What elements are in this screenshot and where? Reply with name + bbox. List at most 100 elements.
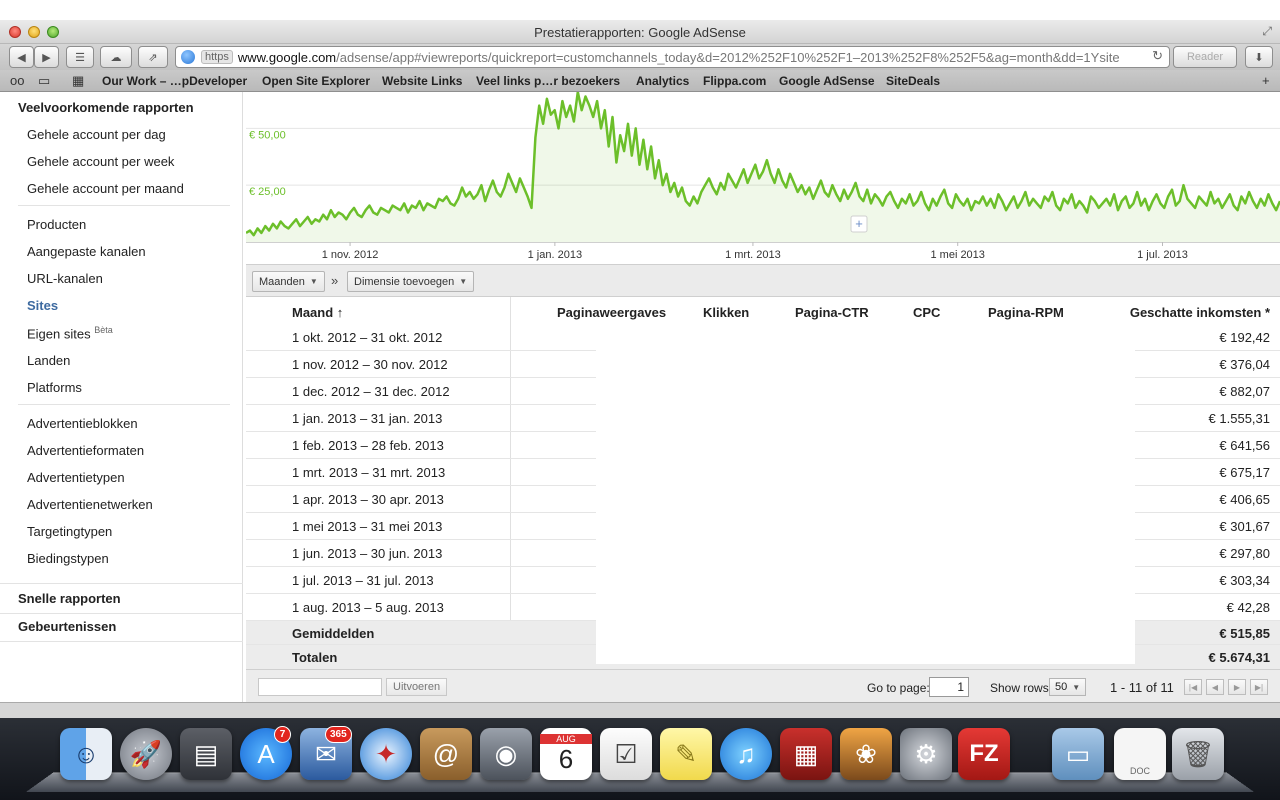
caret-down-icon: ▼	[1072, 682, 1081, 692]
goto-page-label: Go to page:	[867, 681, 930, 695]
book-icon[interactable]: ▭	[38, 73, 50, 89]
sidebar-events[interactable]: Gebeurtenissen	[18, 619, 116, 634]
column-header-page-ctr[interactable]: Pagina-CTR	[795, 305, 869, 320]
sidebar-item-sites[interactable]: Sites	[27, 298, 58, 313]
sidebar-item-account-per-day[interactable]: Gehele account per dag	[27, 127, 166, 142]
bookmark-item[interactable]: Open Site Explorer	[262, 74, 370, 88]
url-host: www.google.com	[237, 49, 337, 65]
add-tab-icon[interactable]: +	[1262, 73, 1270, 88]
sidebar-item-bid-types[interactable]: Biedingstypen	[27, 551, 109, 566]
row-earnings: € 641,56	[1219, 438, 1270, 453]
stickies-icon[interactable]: ✎	[660, 728, 712, 780]
globe-icon	[181, 50, 195, 64]
https-badge: https	[201, 50, 233, 64]
x-tick-label: 1 mrt. 2013	[725, 249, 781, 261]
bookmark-item[interactable]: Google AdSense	[779, 74, 875, 88]
table-header-row: Maand ↑ Paginaweergaves Klikken Pagina-C…	[246, 297, 1280, 324]
y-tick-label: € 25,00	[249, 186, 286, 198]
share-button[interactable]: ⇗	[138, 46, 168, 68]
sidebar-item-ad-formats[interactable]: Advertentieformaten	[27, 443, 144, 458]
prev-page-icon: ◀	[1211, 682, 1219, 692]
icloud-tabs-button[interactable]: ☁	[100, 46, 132, 68]
column-header-page-rpm[interactable]: Pagina-RPM	[988, 305, 1064, 320]
facetime-icon[interactable]: ◉	[480, 728, 532, 780]
column-header-clicks[interactable]: Klikken	[703, 305, 749, 320]
document-icon[interactable]: DOC	[1114, 728, 1166, 780]
add-dimension-dropdown[interactable]: Dimensie toevoegen ▼	[347, 271, 475, 292]
sidebar-divider	[18, 404, 230, 405]
photo-booth-icon[interactable]: ▦	[780, 728, 832, 780]
applications-folder-icon[interactable]: ▭	[1052, 728, 1104, 780]
forward-button[interactable]: ▶	[34, 46, 59, 68]
sidebar-item-platforms[interactable]: Platforms	[27, 380, 82, 395]
itunes-icon[interactable]: ♫	[720, 728, 772, 780]
earnings-chart: € 50,00 € 25,00 1 nov. 2012 1 jan. 2013 1 m…	[246, 92, 1280, 264]
back-arrow-icon: ◀	[17, 51, 26, 64]
cloud-icon: ☁	[110, 51, 122, 64]
sidebar-item-url-channels[interactable]: URL-kanalen	[27, 271, 103, 286]
sidebar-item-ad-types[interactable]: Advertentietypen	[27, 470, 125, 485]
row-earnings: € 882,07	[1219, 384, 1270, 399]
bookmark-item[interactable]: Website Links	[382, 74, 462, 88]
column-header-pageviews[interactable]: Paginaweergaves	[557, 305, 666, 320]
sidebar-quick-reports[interactable]: Snelle rapporten	[18, 591, 121, 606]
finder-icon[interactable]: ☺	[60, 728, 112, 780]
safari-icon[interactable]: ✦	[360, 728, 412, 780]
iphoto-icon[interactable]: ❀	[840, 728, 892, 780]
bookmark-item[interactable]: SiteDeals	[886, 74, 940, 88]
reminders-icon[interactable]: ☑	[600, 728, 652, 780]
download-icon: ⬇	[1254, 51, 1264, 64]
sidebar-item-countries[interactable]: Landen	[27, 353, 70, 368]
total-label: Totalen	[292, 650, 338, 665]
calendar-icon[interactable]: AUG 6	[540, 728, 592, 780]
bookmark-item[interactable]: Veel links p…r bezoekers	[476, 74, 620, 88]
filter-input[interactable]	[258, 678, 382, 696]
system-preferences-icon[interactable]: ⚙	[900, 728, 952, 780]
address-bar[interactable]: https www.google.com /adsense/app#viewre…	[175, 46, 1170, 68]
sidebar-item-account-per-week[interactable]: Gehele account per week	[27, 154, 174, 169]
reload-icon[interactable]: ↻	[1148, 48, 1163, 64]
row-earnings: € 303,34	[1219, 573, 1270, 588]
goto-page-input[interactable]: 1	[929, 677, 969, 697]
glasses-icon[interactable]: oo	[10, 73, 24, 88]
first-page-button[interactable]: |◀	[1184, 679, 1202, 695]
column-header-cpc[interactable]: CPC	[913, 305, 940, 320]
reading-list-button[interactable]: ☰	[66, 46, 94, 68]
rows-per-page-select[interactable]: 50 ▼	[1049, 678, 1087, 696]
sidebar-item-account-per-month[interactable]: Gehele account per maand	[27, 181, 184, 196]
group-by-dropdown[interactable]: Maanden ▼	[252, 271, 325, 292]
launchpad-icon[interactable]: 🚀	[120, 728, 172, 780]
chart-annotation-marker[interactable]: +	[850, 215, 868, 233]
last-page-button[interactable]: ▶|	[1250, 679, 1268, 695]
bookmark-item[interactable]: Flippa.com	[703, 74, 766, 88]
sidebar-item-own-sites[interactable]: Eigen sites Bèta	[27, 325, 113, 341]
bookmarks-bar: oo ▭ ▦ Our Work – …pDeveloper Open Site …	[0, 70, 1280, 92]
row-earnings: € 42,28	[1226, 600, 1270, 615]
column-header-estimated-earnings[interactable]: Geschatte inkomsten *	[1130, 305, 1270, 320]
mail-badge: 365	[325, 726, 352, 743]
trash-icon[interactable]: 🗑	[1172, 728, 1224, 780]
sidebar-item-targeting-types[interactable]: Targetingtypen	[27, 524, 112, 539]
bookmark-item[interactable]: Our Work – …pDeveloper	[102, 74, 247, 88]
mission-control-icon[interactable]: ▤	[180, 728, 232, 780]
back-button[interactable]: ◀	[9, 46, 34, 68]
x-tick-label: 1 nov. 2012	[322, 249, 379, 261]
reader-button[interactable]: Reader	[1173, 46, 1237, 68]
next-page-button[interactable]: ▶	[1228, 679, 1246, 695]
prev-page-button[interactable]: ◀	[1206, 679, 1224, 695]
sidebar-item-ad-units[interactable]: Advertentieblokken	[27, 416, 138, 431]
sidebar-item-custom-channels[interactable]: Aangepaste kanalen	[27, 244, 146, 259]
downloads-button[interactable]: ⬇	[1245, 46, 1273, 68]
sidebar-item-ad-networks[interactable]: Advertentienetwerken	[27, 497, 153, 512]
address-book-icon[interactable]: @	[420, 728, 472, 780]
run-filter-button[interactable]: Uitvoeren	[386, 678, 448, 696]
column-header-month[interactable]: Maand ↑	[292, 305, 343, 320]
sidebar-item-products[interactable]: Producten	[27, 217, 86, 232]
x-tick-label: 1 jan. 2013	[528, 249, 582, 261]
caret-down-icon: ▼	[309, 277, 318, 286]
fullscreen-icon[interactable]: ⤢	[1262, 24, 1272, 39]
window-bottom-edge	[0, 702, 1280, 718]
top-sites-grid-icon[interactable]: ▦	[72, 73, 84, 89]
bookmark-item[interactable]: Analytics	[636, 74, 689, 88]
filezilla-icon[interactable]: FZ	[958, 728, 1010, 780]
